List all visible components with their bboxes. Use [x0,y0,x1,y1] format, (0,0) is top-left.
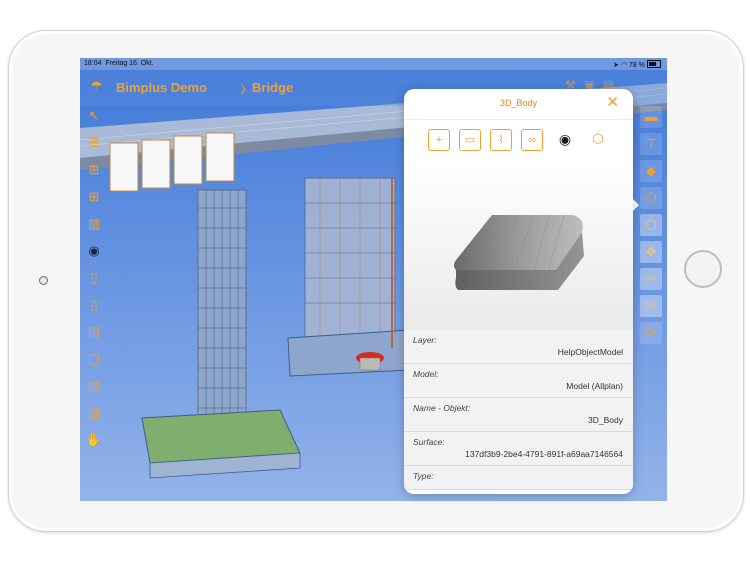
add-document-icon-2[interactable]: ⊞ [84,187,104,207]
move-icon[interactable]: ✥ [640,241,662,263]
property-value: HelpObjectModel [557,347,623,357]
property-row: Type: [404,466,633,490]
book-open-icon[interactable]: ▥ [84,403,104,423]
document-icon-2[interactable]: ▢ [84,349,104,369]
front-camera [39,276,48,285]
property-row: Model: Model (Allplan) [404,364,633,398]
clipboard-icon[interactable]: ▯ [84,268,104,288]
property-label: Name - Objekt: [413,403,471,413]
location-icon: ➤ [613,62,620,69]
battery-icon [647,60,661,68]
box-icon[interactable]: ▬ [640,106,662,128]
cube-outline-icon[interactable]: ⬡ [640,214,662,236]
clipboard-icon-2[interactable]: ▯ [84,295,104,315]
fit-icon[interactable]: ⤧ [640,295,662,317]
popover-toolbar: + ▭ ⌇ ∞ ◉ ⬡ [404,120,633,160]
add-document-icon[interactable]: + [428,129,450,151]
object-preview[interactable] [404,160,633,330]
wifi-icon: ◠ [620,62,628,69]
layer-icon[interactable]: ◆ [640,160,662,182]
hand-icon[interactable]: ✋ [84,430,104,450]
hierarchy-icon[interactable]: ⊤ [640,133,662,155]
attachment-icon[interactable]: ⌇ [490,129,512,151]
refresh-icon[interactable]: ⟳ [640,322,662,344]
property-label: Model: [413,369,439,379]
status-time: 18:04 [84,60,102,67]
property-value: 3D_Body [588,415,623,425]
close-icon[interactable]: ✕ [606,95,619,111]
breadcrumb-bridge[interactable]: Bridge [252,80,293,95]
property-label: Surface: [413,437,445,447]
property-row: Surface: 137df3b9-2be4-4791-891f-a69aa71… [404,432,633,466]
eye-icon[interactable]: ◉ [84,241,104,261]
comment-icon[interactable]: ▭ [459,129,481,151]
object-3d-shape [454,214,584,290]
left-toolbar: ↖ ☰ ⊞ ⊞ ▥ ◉ ▯ ▯ ▤ ▢ ▤ ▥ ✋ [84,106,106,457]
status-date: Freitag 16. Okt. [105,60,154,67]
add-document-icon[interactable]: ⊞ [84,160,104,180]
link-icon[interactable]: ∞ [521,129,543,151]
cut-icon[interactable]: ✂ [640,268,662,290]
project-title[interactable]: Bimplus Demo [116,80,207,95]
popover-title: 3D_Body [499,98,538,108]
property-label: Type: [413,471,434,481]
object-properties-popover: 3D_Body ✕ + ▭ ⌇ ∞ ◉ ⬡ Layer: HelpObjectM… [404,89,633,494]
eye-icon[interactable]: ◉ [554,129,576,151]
properties-list: Layer: HelpObjectModel Model: Model (All… [404,330,633,490]
book-icon[interactable]: ▥ [84,214,104,234]
property-row: Layer: HelpObjectModel [404,330,633,364]
property-row: Name - Objekt: 3D_Body [404,398,633,432]
home-button[interactable] [684,250,722,288]
right-toolbar: ▬ ⊤ ◆ ⬡ ⬡ ✥ ✂ ⤧ ⟳ [640,106,664,349]
back-icon[interactable]: ↖ [84,106,104,126]
battery-percent: 78 % [629,62,645,69]
popover-header: 3D_Body ✕ [404,89,633,120]
app-logo-icon[interactable]: ☂ [90,78,103,95]
cube-icon[interactable]: ⬡ [640,187,662,209]
document-icon[interactable]: ▤ [84,322,104,342]
property-label: Layer: [413,335,437,345]
property-value: Model (Allplan) [566,381,623,391]
document-icon-3[interactable]: ▤ [84,376,104,396]
status-bar: 18:04 Freitag 16. Okt. ➤ ◠ 78 % [80,58,667,70]
property-value: 137df3b9-2be4-4791-891f-a69aa7146564 [465,449,623,459]
layers-icon[interactable]: ☰ [84,133,104,153]
cube-small-icon[interactable]: ⬡ [587,129,609,151]
